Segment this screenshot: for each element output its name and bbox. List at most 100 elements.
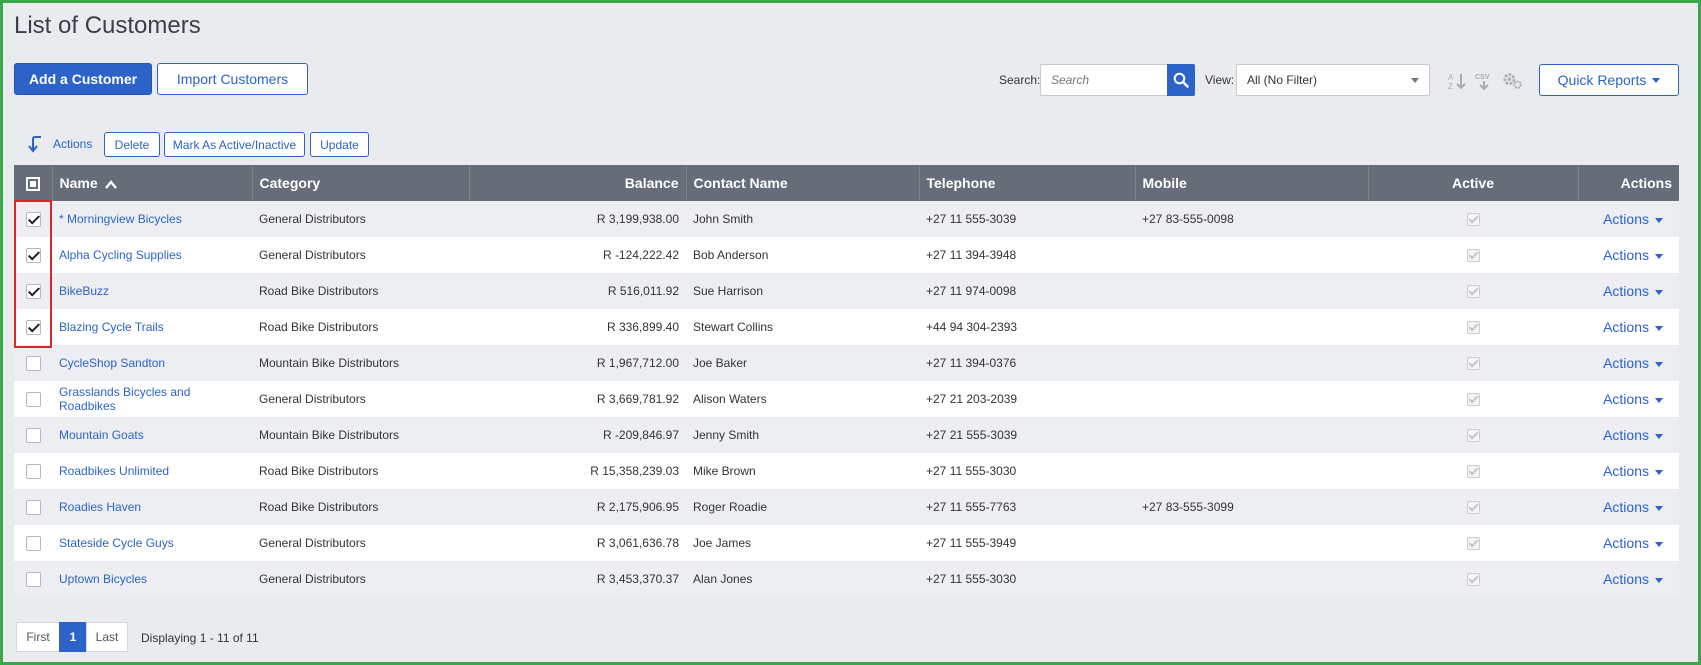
row-actions-menu[interactable]: Actions [1578,525,1679,561]
customer-name-link[interactable]: Alpha Cycling Supplies [59,248,182,262]
active-checkbox [1466,429,1480,443]
mobile-header[interactable]: Mobile [1135,165,1369,201]
row-checkbox[interactable] [25,283,41,299]
contact-name-cell: Mike Brown [693,464,756,478]
customer-name-link[interactable]: * Morningview Bicycles [59,212,182,226]
category-cell: Road Bike Distributors [259,284,379,298]
row-actions-menu[interactable]: Actions [1578,489,1679,525]
customer-name-link[interactable]: Uptown Bicycles [59,572,147,586]
balance-header[interactable]: Balance [469,165,687,201]
mobile-cell: +27 83-555-3099 [1142,500,1234,514]
row-select-cell [14,201,52,237]
row-actions-menu[interactable]: Actions [1578,561,1679,597]
first-page-button[interactable]: First [16,622,60,652]
row-actions-menu[interactable]: Actions [1578,273,1679,309]
telephone-header[interactable]: Telephone [919,165,1136,201]
telephone-cell: +27 11 555-3030 [926,464,1017,478]
page-1-button[interactable]: 1 [59,622,87,652]
caret-down-icon [1655,469,1663,475]
svg-text:A: A [1448,73,1454,82]
contact-name-cell: Jenny Smith [693,428,760,442]
name-header[interactable]: Name [52,165,253,201]
search-button[interactable] [1167,64,1195,96]
active-cell [1368,417,1578,453]
sort-asc-icon [104,179,117,189]
customer-name-link[interactable]: Stateside Cycle Guys [59,536,174,550]
quick-reports-button[interactable]: Quick Reports [1539,64,1679,96]
customer-name-link[interactable]: Roadies Haven [59,500,141,514]
caret-down-icon [1655,289,1663,295]
customer-name-cell: Uptown Bicycles [52,561,252,597]
active-cell [1368,561,1578,597]
customer-name-link[interactable]: BikeBuzz [59,284,109,298]
quick-reports-label: Quick Reports [1557,72,1647,88]
row-actions-menu[interactable]: Actions [1578,381,1679,417]
caret-down-icon [1655,361,1663,367]
customer-name-link[interactable]: Blazing Cycle Trails [59,320,164,334]
row-checkbox[interactable] [25,463,41,479]
category-cell: General Distributors [259,536,366,550]
row-checkbox[interactable] [25,247,41,263]
row-checkbox[interactable] [25,427,41,443]
search-label: Search: [999,73,1041,87]
sort-icon[interactable]: AZ [1446,70,1468,92]
active-header[interactable]: Active [1368,165,1579,201]
row-actions-menu[interactable]: Actions [1578,417,1679,453]
select-all-checkbox[interactable] [25,177,40,192]
row-actions-menu[interactable]: Actions [1578,201,1679,237]
mobile-cell [1135,525,1368,561]
select-all-header[interactable] [14,165,53,201]
active-checkbox [1466,393,1480,407]
customer-name-link[interactable]: Roadbikes Unlimited [59,464,169,478]
row-actions-menu[interactable]: Actions [1578,345,1679,381]
row-checkbox[interactable] [25,355,41,371]
update-button[interactable]: Update [310,132,369,157]
row-actions-label: Actions [1603,463,1649,479]
row-checkbox[interactable] [25,571,41,587]
telephone-cell: +27 21 555-3039 [926,428,1018,442]
row-checkbox[interactable] [25,535,41,551]
row-checkbox[interactable] [25,319,41,335]
view-label: View: [1205,73,1235,87]
customer-name-cell: CycleShop Sandton [52,345,252,381]
csv-icon[interactable]: CSV [1473,70,1495,92]
row-checkbox[interactable] [25,211,41,227]
row-checkbox[interactable] [25,391,41,407]
chevron-down-icon [1411,77,1419,83]
gear-icon[interactable] [1502,70,1524,92]
row-actions-menu[interactable]: Actions [1578,309,1679,345]
pagination-info: Displaying 1 - 11 of 11 [141,631,259,645]
row-actions-menu[interactable]: Actions [1578,237,1679,273]
table-row: Alpha Cycling Supplies General Distributo… [14,237,1679,273]
contact-name-header[interactable]: Contact Name [686,165,920,201]
customer-name-cell: Alpha Cycling Supplies [52,237,252,273]
active-checkbox [1466,249,1480,263]
table-header-row: Name Category Balance Contact Name Telep… [14,165,1679,201]
row-actions-menu[interactable]: Actions [1578,453,1679,489]
active-cell [1368,525,1578,561]
balance-cell: R 2,175,906.95 [596,500,679,514]
row-actions-label: Actions [1603,211,1649,227]
active-cell [1368,273,1578,309]
import-customers-button[interactable]: Import Customers [157,63,308,95]
caret-down-icon [1652,77,1661,83]
mobile-cell [1135,453,1368,489]
row-select-cell [14,525,52,561]
balance-cell: R 3,453,370.37 [596,572,679,586]
add-customer-button[interactable]: Add a Customer [14,63,152,95]
view-select[interactable]: All (No Filter) [1236,64,1430,96]
customer-name-link[interactable]: Grasslands Bicycles and Roadbikes [59,385,190,413]
row-checkbox[interactable] [25,499,41,515]
category-header[interactable]: Category [252,165,470,201]
telephone-cell: +27 21 203-2039 [926,392,1018,406]
customer-name-link[interactable]: CycleShop Sandton [59,356,165,370]
row-select-cell [14,561,52,597]
delete-button[interactable]: Delete [104,132,160,157]
last-page-button[interactable]: Last [86,622,128,652]
table-row: Roadies Haven Road Bike Distributors R 2,1… [14,489,1679,525]
search-input[interactable] [1040,64,1167,96]
row-select-cell [14,345,52,381]
mark-active-inactive-button[interactable]: Mark As Active/Inactive [164,132,305,157]
customer-name-link[interactable]: Mountain Goats [59,428,144,442]
caret-down-icon [1655,433,1663,439]
